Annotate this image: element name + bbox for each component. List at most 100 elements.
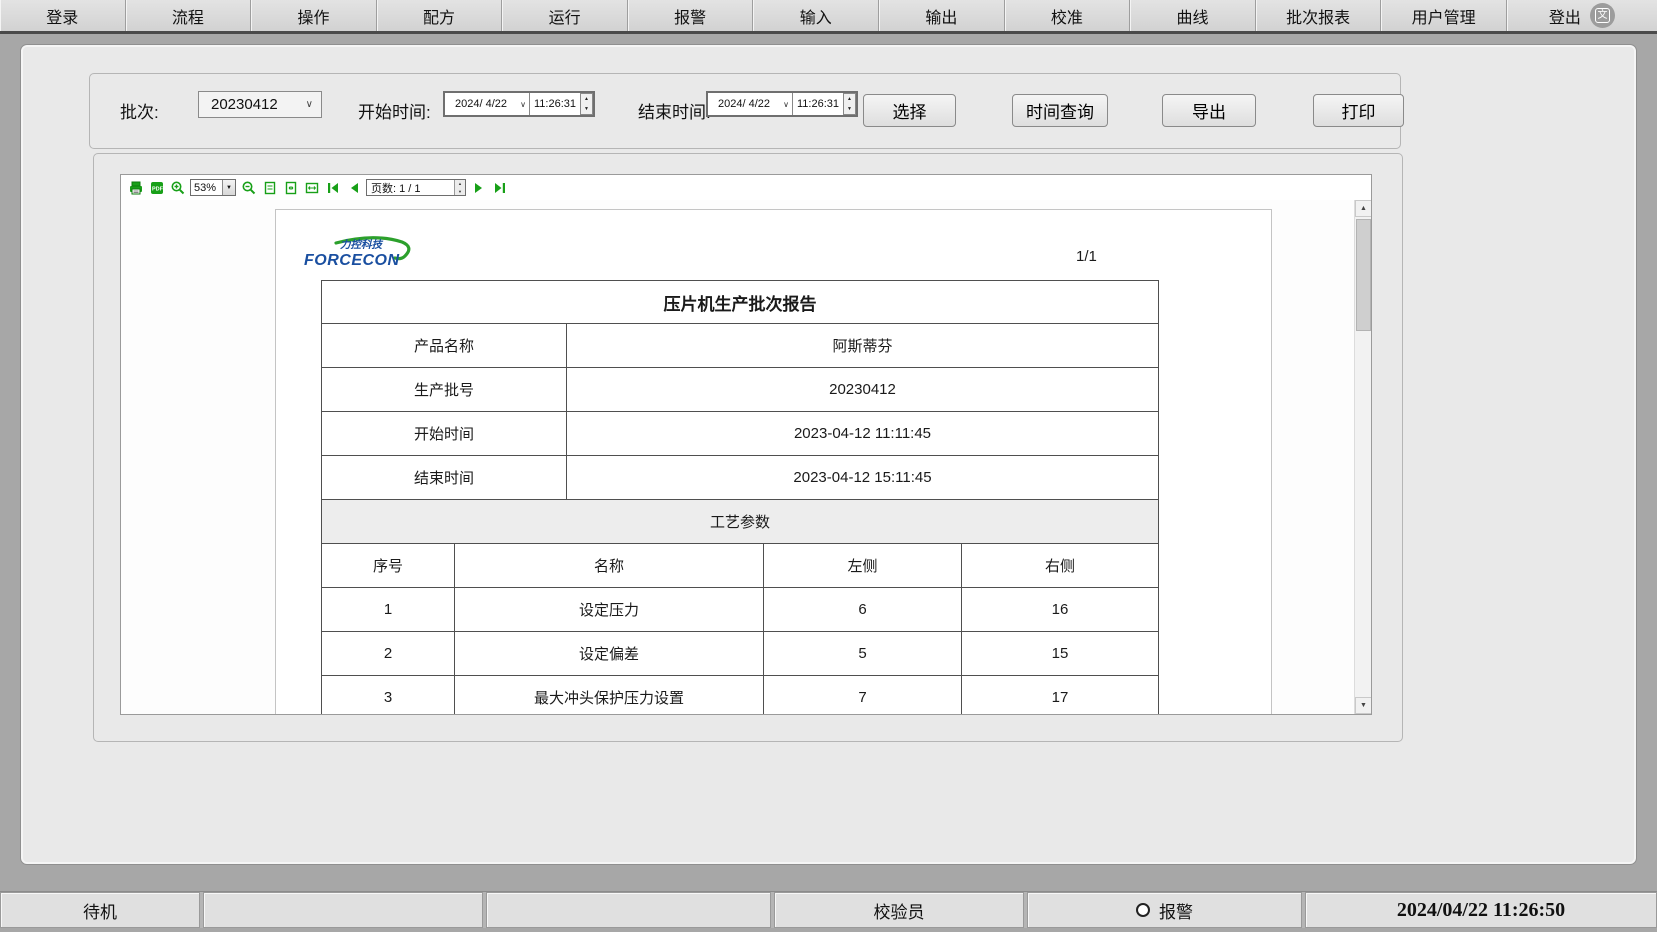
chevron-down-icon[interactable]: ∨ bbox=[780, 93, 793, 115]
export-button[interactable]: 导出 bbox=[1162, 94, 1256, 127]
menu-item-9[interactable]: 曲线 bbox=[1130, 0, 1256, 31]
param-cell: 设定压力 bbox=[455, 588, 764, 631]
status-cell-3: 校验员 bbox=[774, 892, 1024, 928]
page-number-value: 页数: 1 / 1 bbox=[367, 180, 454, 196]
menu-item-1[interactable]: 流程 bbox=[126, 0, 252, 31]
batch-select-value: 20230412 bbox=[211, 96, 306, 113]
param-cell: 16 bbox=[962, 588, 1158, 631]
zoom-level-value: 53% bbox=[191, 182, 222, 194]
scroll-down-icon[interactable]: ▼ bbox=[1355, 697, 1371, 714]
zoom-level-select[interactable]: 53% ▼ bbox=[190, 179, 236, 196]
next-page-icon[interactable] bbox=[470, 179, 487, 196]
info-row-1: 生产批号20230412 bbox=[321, 368, 1159, 412]
section-header: 工艺参数 bbox=[322, 500, 1158, 543]
start-time-spinner[interactable]: ▲▼ bbox=[580, 93, 593, 115]
page-number-box[interactable]: 页数: 1 / 1 ▲▼ bbox=[366, 179, 466, 196]
last-page-icon[interactable] bbox=[491, 179, 508, 196]
chevron-down-icon[interactable]: ▼ bbox=[222, 180, 235, 195]
info-row-3: 结束时间2023-04-12 15:11:45 bbox=[321, 456, 1159, 500]
menu-item-7[interactable]: 输出 bbox=[879, 0, 1005, 31]
param-cell: 1 bbox=[322, 588, 455, 631]
scrollbar-thumb[interactable] bbox=[1356, 219, 1371, 331]
param-row-0: 1设定压力616 bbox=[321, 588, 1159, 632]
forcecon-logo: 力控科技 FORCECON bbox=[302, 234, 432, 277]
report-viewer: PDF 53% ▼ bbox=[120, 174, 1372, 715]
fit-page-icon[interactable] bbox=[282, 179, 299, 196]
info-value: 2023-04-12 11:11:45 bbox=[567, 412, 1158, 455]
param-cell: 7 bbox=[764, 676, 962, 714]
pdf-export-icon[interactable]: PDF bbox=[148, 179, 165, 196]
status-cell-1 bbox=[203, 892, 483, 928]
param-cell: 最大冲头保护压力设置 bbox=[455, 676, 764, 714]
info-row-0: 产品名称阿斯蒂芬 bbox=[321, 324, 1159, 368]
print-icon[interactable] bbox=[127, 179, 144, 196]
time-query-button[interactable]: 时间查询 bbox=[1012, 94, 1108, 127]
menu-item-4[interactable]: 运行 bbox=[502, 0, 628, 31]
spinner-down-icon[interactable]: ▼ bbox=[844, 104, 855, 114]
menu-item-3[interactable]: 配方 bbox=[377, 0, 503, 31]
menu-item-5[interactable]: 报警 bbox=[628, 0, 754, 31]
param-cell: 2 bbox=[322, 632, 455, 675]
alarm-lamp-icon bbox=[1136, 903, 1150, 917]
menu-item-logout[interactable]: 登出 文 bbox=[1507, 0, 1657, 31]
param-row-2: 3最大冲头保护压力设置717 bbox=[321, 676, 1159, 714]
menu-item-8[interactable]: 校准 bbox=[1005, 0, 1131, 31]
status-cell-2 bbox=[486, 892, 771, 928]
end-time-value[interactable]: 11:26:31 bbox=[793, 93, 843, 115]
actual-size-icon[interactable] bbox=[261, 179, 278, 196]
start-time-value[interactable]: 11:26:31 bbox=[530, 93, 580, 115]
query-controls-group: 批次: 20230412 ∨ 开始时间: 2024/ 4/22 ∨ 11:26:… bbox=[89, 73, 1401, 149]
menu-item-2[interactable]: 操作 bbox=[251, 0, 377, 31]
menu-item-6[interactable]: 输入 bbox=[753, 0, 879, 31]
end-time-spinner[interactable]: ▲▼ bbox=[843, 93, 856, 115]
zoom-out-icon[interactable] bbox=[240, 179, 257, 196]
report-viewer-toolbar: PDF 53% ▼ bbox=[121, 175, 1371, 200]
prev-page-icon[interactable] bbox=[345, 179, 362, 196]
status-bar: 待机校验员 报警 2024/04/22 11:26:50 bbox=[0, 891, 1657, 928]
report-title-row: 压片机生产批次报告 bbox=[321, 280, 1159, 324]
scroll-up-icon[interactable]: ▲ bbox=[1355, 200, 1371, 217]
logo-en-text: FORCECON bbox=[304, 252, 400, 269]
alarm-label: 报警 bbox=[1159, 898, 1193, 923]
info-label: 生产批号 bbox=[322, 368, 567, 411]
chevron-down-icon: ∨ bbox=[306, 100, 313, 110]
spinner-up-icon[interactable]: ▲ bbox=[581, 94, 592, 104]
fit-width-icon[interactable] bbox=[303, 179, 320, 196]
start-datetime-picker[interactable]: 2024/ 4/22 ∨ 11:26:31 ▲▼ bbox=[443, 91, 595, 117]
start-date-value[interactable]: 2024/ 4/22 bbox=[445, 93, 517, 115]
param-row-1: 2设定偏差515 bbox=[321, 632, 1159, 676]
spinner-down-icon[interactable]: ▼ bbox=[581, 104, 592, 114]
zoom-in-icon[interactable] bbox=[169, 179, 186, 196]
end-datetime-picker[interactable]: 2024/ 4/22 ∨ 11:26:31 ▲▼ bbox=[706, 91, 858, 117]
print-button[interactable]: 打印 bbox=[1313, 94, 1404, 127]
clock-display: 2024/04/22 11:26:50 bbox=[1305, 892, 1657, 928]
chevron-down-icon[interactable]: ∨ bbox=[517, 93, 530, 115]
info-label: 开始时间 bbox=[322, 412, 567, 455]
menu-item-10[interactable]: 批次报表 bbox=[1256, 0, 1382, 31]
report-page: 力控科技 FORCECON 1/1 压片机生产批次报告 产品名称阿斯蒂芬生产批号… bbox=[275, 209, 1272, 714]
logo-cn-text: 力控科技 bbox=[340, 238, 383, 251]
start-time-label: 开始时间: bbox=[358, 98, 431, 123]
alarm-indicator: 报警 bbox=[1027, 892, 1302, 928]
spinner-up-icon[interactable]: ▲ bbox=[455, 180, 465, 188]
language-badge-icon[interactable]: 文 bbox=[1590, 3, 1615, 28]
page-spinner[interactable]: ▲▼ bbox=[454, 180, 465, 195]
spinner-up-icon[interactable]: ▲ bbox=[844, 94, 855, 104]
spinner-down-icon[interactable]: ▼ bbox=[455, 188, 465, 196]
batch-report-table: 压片机生产批次报告 产品名称阿斯蒂芬生产批号20230412开始时间2023-0… bbox=[321, 280, 1159, 714]
page-indicator: 1/1 bbox=[1076, 248, 1166, 265]
select-button[interactable]: 选择 bbox=[863, 94, 956, 127]
info-row-2: 开始时间2023-04-12 11:11:45 bbox=[321, 412, 1159, 456]
batch-select[interactable]: 20230412 ∨ bbox=[198, 91, 322, 118]
first-page-icon[interactable] bbox=[324, 179, 341, 196]
report-canvas: 力控科技 FORCECON 1/1 压片机生产批次报告 产品名称阿斯蒂芬生产批号… bbox=[121, 200, 1371, 714]
menu-item-11[interactable]: 用户管理 bbox=[1381, 0, 1507, 31]
menu-item-0[interactable]: 登录 bbox=[0, 0, 126, 31]
vertical-scrollbar[interactable]: ▲ ▼ bbox=[1354, 200, 1371, 714]
param-cell: 6 bbox=[764, 588, 962, 631]
svg-text:PDF: PDF bbox=[152, 186, 164, 192]
end-date-value[interactable]: 2024/ 4/22 bbox=[708, 93, 780, 115]
info-value: 20230412 bbox=[567, 368, 1158, 411]
param-cell: 15 bbox=[962, 632, 1158, 675]
batch-label: 批次: bbox=[120, 98, 159, 123]
